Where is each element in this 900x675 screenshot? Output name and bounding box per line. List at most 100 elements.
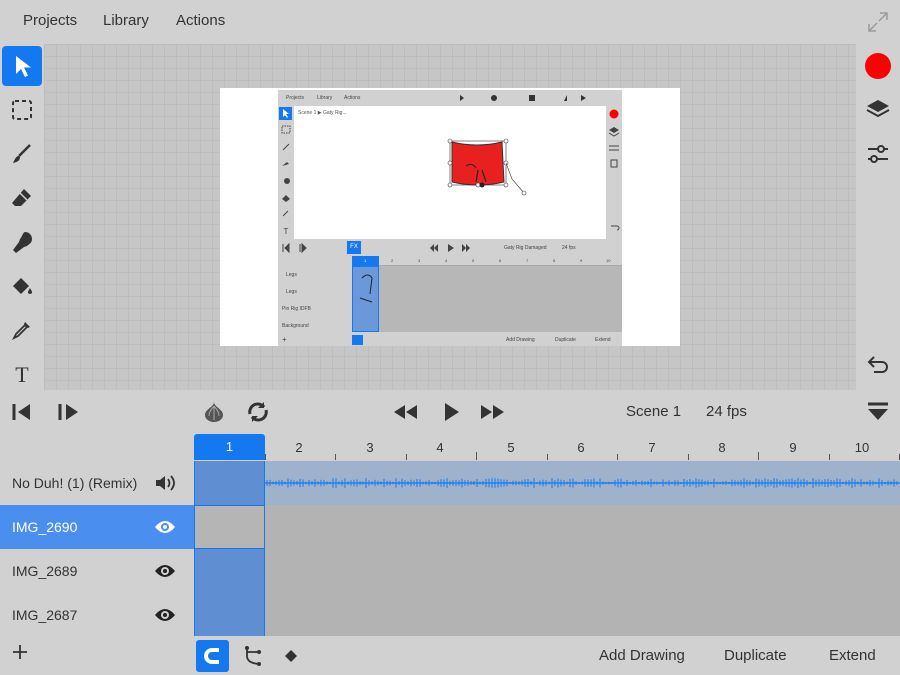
layer-name: IMG_2689 xyxy=(12,563,78,579)
path-icon xyxy=(244,646,261,666)
svg-text:T: T xyxy=(284,227,289,236)
select-tool-button[interactable] xyxy=(2,46,42,86)
mini-menu-library: Library xyxy=(317,95,333,101)
marquee-tool-button[interactable] xyxy=(2,90,42,130)
frame-number: 8 xyxy=(718,440,726,455)
add-layer-button[interactable] xyxy=(10,642,30,667)
menu-library[interactable]: Library xyxy=(103,12,149,29)
audio-cell[interactable] xyxy=(194,461,265,505)
duplicate-button[interactable]: Duplicate xyxy=(724,647,787,664)
mini-right-toolbar xyxy=(606,106,622,239)
playback-controls: Scene 1 24 fps xyxy=(0,390,900,434)
canvas-image-screenshot: Projects Library Actions T Scene 1 ▶ Gat… xyxy=(278,90,622,346)
frame-cell-selected[interactable] xyxy=(194,505,265,549)
eraser-tool-button[interactable] xyxy=(2,178,42,218)
onion-skin-button[interactable] xyxy=(200,398,228,426)
frame-number: 2 xyxy=(295,440,303,455)
frame-number: 9 xyxy=(789,440,797,455)
text-tool-button[interactable]: T xyxy=(2,354,42,394)
eyedropper-tool-button[interactable] xyxy=(2,310,42,350)
timeline: 1 2 3 4 5 6 7 8 9 10 No Duh! (1) (Remix)… xyxy=(0,434,900,637)
mini-ruler: 1 2 3 4 5 6 7 8 9 10 xyxy=(352,256,622,266)
menu-projects[interactable]: Projects xyxy=(23,12,77,29)
fill-tool-button[interactable] xyxy=(2,266,42,306)
mini-menu-bar: Projects Library Actions xyxy=(278,90,622,104)
rewind-icon xyxy=(394,405,417,419)
eye-icon[interactable] xyxy=(154,605,176,625)
layer-name: IMG_2690 xyxy=(12,519,78,535)
fast-forward-icon xyxy=(481,405,504,419)
keyframe-button[interactable] xyxy=(274,640,307,672)
marquee-icon xyxy=(12,100,32,120)
mini-bottom-bar: + Add Drawing Duplicate Extend xyxy=(282,335,611,345)
eye-icon[interactable] xyxy=(154,561,176,581)
mini-left-toolbar: T xyxy=(278,106,294,239)
bottom-toolbar: Add Drawing Duplicate Extend xyxy=(0,636,900,675)
frame-number: 10 xyxy=(854,440,870,455)
audio-track[interactable] xyxy=(194,461,900,505)
frame-ruler[interactable]: 1 2 3 4 5 6 7 8 9 10 xyxy=(194,434,900,460)
frame-cell[interactable] xyxy=(194,593,265,637)
speaker-icon[interactable] xyxy=(154,473,176,493)
motion-path-button[interactable] xyxy=(236,640,269,672)
arrow-cursor-icon xyxy=(16,56,31,77)
add-drawing-button[interactable]: Add Drawing xyxy=(599,647,685,664)
frame-number: 3 xyxy=(366,440,374,455)
frame-number: 7 xyxy=(648,440,656,455)
smudge-icon xyxy=(13,232,32,253)
previous-frame-button[interactable] xyxy=(8,398,36,426)
layer-track[interactable] xyxy=(194,505,900,549)
color-picker-button[interactable] xyxy=(856,46,900,86)
frame-number: 5 xyxy=(507,440,515,455)
layer-name: No Duh! (1) (Remix) xyxy=(12,475,138,491)
play-button[interactable] xyxy=(438,398,464,426)
loop-button[interactable] xyxy=(244,398,272,426)
stage-area[interactable]: Projects Library Actions T Scene 1 ▶ Gat… xyxy=(44,44,856,390)
frame-cell[interactable] xyxy=(194,549,265,593)
current-frame-indicator[interactable]: 1 xyxy=(194,434,265,460)
play-icon xyxy=(445,403,459,421)
fast-forward-button[interactable] xyxy=(478,398,508,426)
brush-tool-button[interactable] xyxy=(2,134,42,174)
right-toolbar xyxy=(856,44,900,390)
layer-row-selected[interactable]: IMG_2690 xyxy=(0,505,194,549)
undo-button[interactable] xyxy=(856,346,900,386)
red-character-drawing xyxy=(447,138,527,196)
plus-icon xyxy=(13,645,27,659)
mini-toolbar-icons xyxy=(460,95,586,101)
layer-name: IMG_2687 xyxy=(12,607,78,623)
next-frame-button[interactable] xyxy=(54,398,82,426)
adjustments-button[interactable] xyxy=(856,134,900,174)
eye-icon[interactable] xyxy=(154,517,176,537)
layer-track[interactable] xyxy=(194,549,900,593)
top-menu-bar: Projects Library Actions xyxy=(0,0,900,44)
chevron-down-icon xyxy=(868,402,888,420)
layers-button[interactable] xyxy=(856,90,900,130)
layer-row[interactable]: IMG_2687 xyxy=(0,593,194,637)
extend-button[interactable]: Extend xyxy=(829,647,876,664)
canvas[interactable]: Projects Library Actions T Scene 1 ▶ Gat… xyxy=(220,88,680,346)
brush-icon xyxy=(13,144,31,163)
layer-row[interactable]: IMG_2689 xyxy=(0,549,194,593)
onion-icon xyxy=(205,402,223,422)
frame-number: 6 xyxy=(577,440,585,455)
mini-tracks xyxy=(352,266,622,332)
collapse-timeline-button[interactable] xyxy=(864,398,892,426)
smudge-tool-button[interactable] xyxy=(2,222,42,262)
magnet-button[interactable] xyxy=(196,640,229,672)
mini-breadcrumb: Scene 1 ▶ Gaty Rig... xyxy=(298,110,347,116)
layer-track[interactable] xyxy=(194,593,900,637)
rewind-button[interactable] xyxy=(390,398,420,426)
scene-label[interactable]: Scene 1 xyxy=(626,403,681,420)
step-back-icon xyxy=(12,404,30,420)
undo-icon xyxy=(867,356,888,373)
left-toolbar: T xyxy=(0,44,44,390)
diamond-icon xyxy=(284,650,297,662)
mini-menu-actions: Actions xyxy=(344,95,361,101)
layer-row-audio[interactable]: No Duh! (1) (Remix) xyxy=(0,461,194,505)
expand-icon[interactable] xyxy=(866,10,890,34)
fps-label[interactable]: 24 fps xyxy=(706,403,747,420)
sliders-icon xyxy=(868,145,888,163)
svg-text:T: T xyxy=(15,362,29,386)
menu-actions[interactable]: Actions xyxy=(176,12,225,29)
